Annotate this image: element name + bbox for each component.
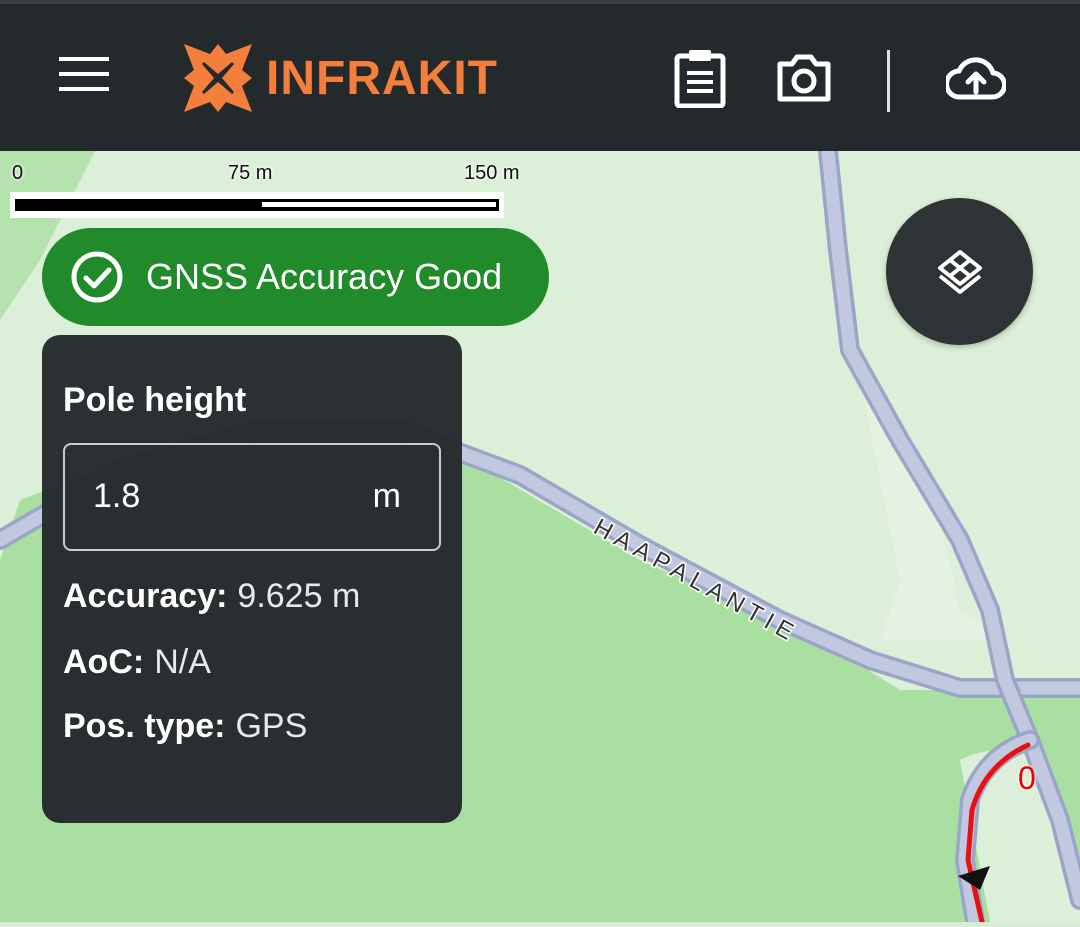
pole-height-label: Pole height [63, 381, 247, 419]
aoc-value: N/A [154, 643, 211, 681]
route-station-label: 0 [1018, 760, 1036, 796]
map-layers-button[interactable] [886, 198, 1033, 345]
scale-bar-graphic [10, 192, 504, 218]
gnss-status-badge[interactable]: GNSS Accuracy Good [42, 228, 549, 326]
aoc-row: AoC: N/A [63, 643, 211, 682]
accuracy-value: 9.625 m [237, 577, 361, 615]
cloud-upload-icon [946, 57, 1006, 100]
position-info-panel: Pole height 1.8 m Accuracy: 9.625 m AoC: N… [42, 335, 462, 823]
map-scale-bar: 0 75 m 150 m [10, 160, 530, 220]
cloud-upload-button[interactable] [938, 40, 1014, 116]
toolbar-divider [887, 50, 890, 112]
pos-type-label: Pos. type: [63, 707, 226, 745]
menu-button[interactable] [48, 38, 120, 110]
pos-type-row: Pos. type: GPS [63, 707, 307, 746]
gnss-status-text: GNSS Accuracy Good [146, 256, 503, 297]
scale-label-end: 150 m [464, 162, 520, 184]
top-toolbar: INFRAKIT [0, 0, 1080, 151]
logo-text: INFRAKIT [266, 51, 498, 105]
scale-label-start: 0 [12, 162, 24, 184]
pos-type-value: GPS [235, 707, 308, 745]
accuracy-label: Accuracy: [63, 577, 228, 615]
pole-height-input[interactable]: 1.8 m [63, 443, 441, 551]
hamburger-menu-icon [59, 57, 109, 91]
pole-height-value: 1.8 [93, 477, 141, 515]
layers-icon [937, 249, 982, 294]
camera-button[interactable] [768, 40, 840, 116]
accuracy-row: Accuracy: 9.625 m [63, 577, 360, 616]
pole-height-unit: m [372, 477, 401, 515]
scale-label-mid: 75 m [228, 162, 273, 184]
clipboard-button[interactable] [664, 40, 736, 116]
camera-icon [777, 54, 831, 102]
aoc-label: AoC: [63, 643, 145, 681]
infrakit-logo-icon [184, 44, 252, 112]
clipboard-icon [674, 50, 726, 108]
infrakit-logo: INFRAKIT [180, 40, 498, 116]
check-circle-icon [71, 251, 123, 303]
